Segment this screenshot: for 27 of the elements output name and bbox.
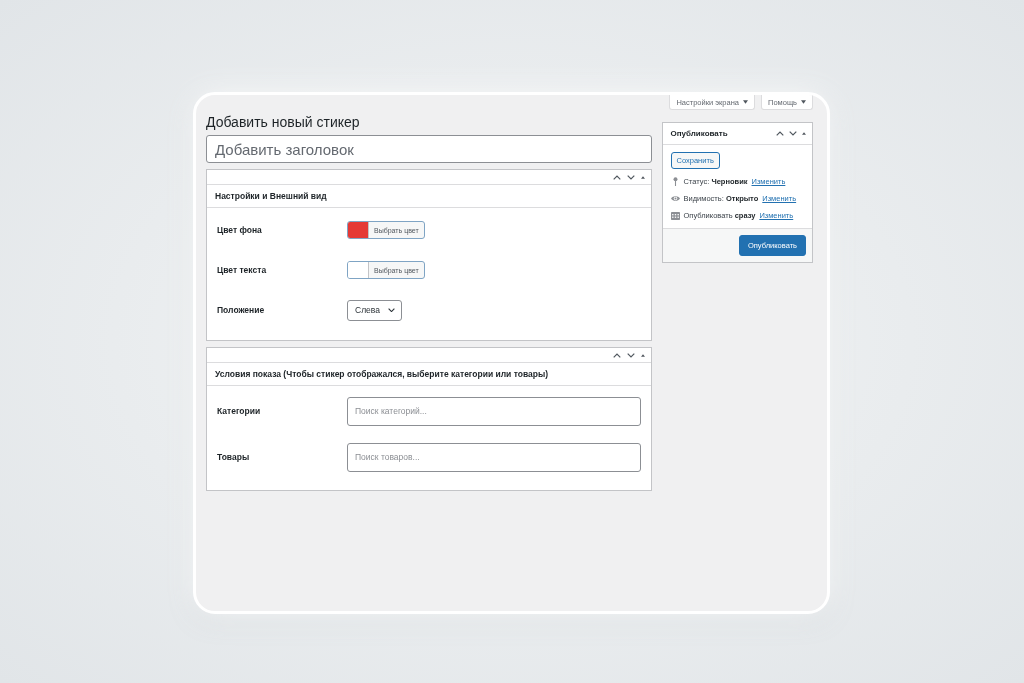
chevron-up-icon[interactable] xyxy=(612,174,621,180)
field-label: Цвет текста xyxy=(217,265,267,275)
caret-icon xyxy=(743,100,749,104)
panel-title: Настройки и Внешний вид xyxy=(207,184,651,208)
caret-icon xyxy=(801,100,806,104)
chevron-down-icon xyxy=(388,307,395,313)
chevron-up-icon[interactable] xyxy=(776,131,784,136)
field-label: Товары xyxy=(217,452,250,462)
field-label: Категории xyxy=(217,406,261,416)
calendar-icon xyxy=(670,211,680,220)
chevron-down-icon[interactable] xyxy=(789,131,797,136)
chevron-down-icon[interactable] xyxy=(626,352,635,358)
search-field[interactable]: Поиск категорий... xyxy=(347,396,641,426)
chevron-up-icon[interactable] xyxy=(612,352,621,358)
panel-title: Условия показа (Чтобы стикер отображался, выберите категории или товары) xyxy=(207,362,651,386)
field-label: Положение xyxy=(217,305,265,315)
panel-title: Опубликовать xyxy=(670,129,728,138)
chevron-down-icon[interactable] xyxy=(626,174,635,180)
field-label: Цвет фона xyxy=(217,225,262,235)
title-field[interactable]: Добавить заголовок xyxy=(206,135,652,163)
triangle-up-icon[interactable] xyxy=(802,132,806,135)
search-field[interactable]: Поиск товаров... xyxy=(347,442,641,472)
eye-icon xyxy=(670,194,680,203)
triangle-up-icon[interactable] xyxy=(640,175,645,179)
page-title: Добавить новый стикер xyxy=(206,114,361,131)
position-select[interactable]: Слева xyxy=(347,299,402,321)
triangle-up-icon[interactable] xyxy=(640,353,645,357)
